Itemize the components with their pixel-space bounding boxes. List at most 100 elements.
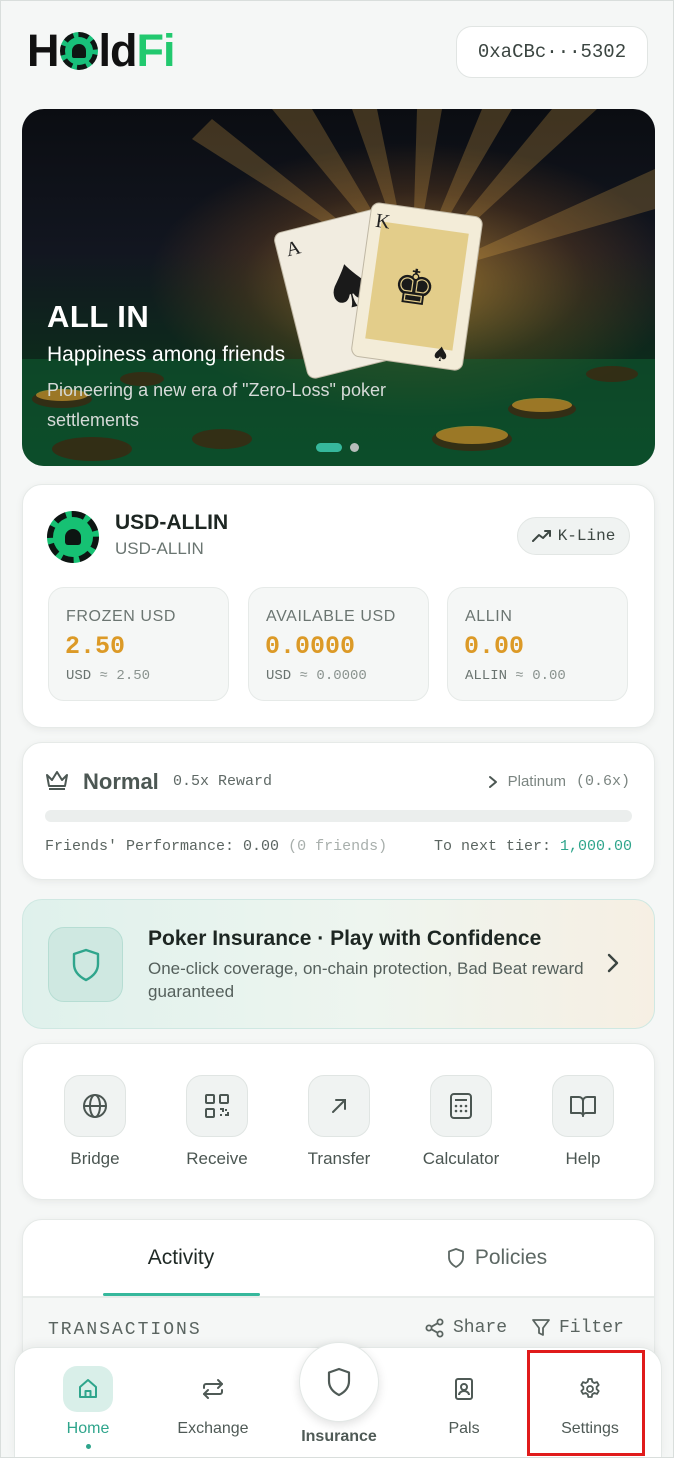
token-symbol: USD-ALLIN <box>115 539 204 558</box>
banner-title: ALL IN <box>47 299 150 334</box>
action-label: Receive <box>186 1149 248 1168</box>
bridge-action[interactable]: Bridge <box>40 1075 150 1169</box>
globe-icon <box>64 1075 126 1137</box>
token-balance-card: USD-ALLIN USD-ALLIN K-Line FROZEN USD 2.… <box>22 484 655 728</box>
poker-insurance-promo[interactable]: Poker Insurance · Play with Confidence O… <box>22 899 655 1029</box>
next-tier-name: Platinum <box>507 773 566 790</box>
available-usd-stat: AVAILABLE USD 0.0000 USD ≈ 0.0000 <box>248 587 429 701</box>
filter-button[interactable]: Filter <box>531 1318 624 1338</box>
logo-letters-fi: Fi <box>136 25 176 76</box>
tier-footer: Friends' Performance: 0.00 (0 friends) T… <box>45 838 632 855</box>
promo-title: Poker Insurance · Play with Confidence <box>148 927 542 950</box>
friends-perf-label: Friends' Performance: <box>45 838 235 855</box>
stat-foot-approx: ≈ 0.00 <box>515 668 566 684</box>
action-label: Bridge <box>70 1149 120 1168</box>
friends-perf-value: 0.00 <box>243 838 280 855</box>
wallet-address-button[interactable]: 0xaCBc···5302 <box>456 26 648 78</box>
shield-icon <box>48 927 123 1002</box>
token-name: USD-ALLIN <box>115 511 229 534</box>
to-next-label: To next tier: <box>433 838 551 855</box>
to-next-value: 1,000.00 <box>559 838 632 855</box>
nav-label: Home <box>66 1420 110 1437</box>
help-action[interactable]: Help <box>528 1075 638 1169</box>
stat-footnote: USD ≈ 2.50 <box>66 668 150 684</box>
exchange-icon <box>188 1366 238 1412</box>
stat-foot-approx: ≈ 2.50 <box>99 668 151 684</box>
stat-value: 2.50 <box>65 632 126 661</box>
k-line-label: K-Line <box>557 527 616 545</box>
share-label: Share <box>453 1318 508 1338</box>
reward-tier-card: Normal 0.5x Reward Platinum (0.6x) Frien… <box>22 742 655 880</box>
tier-progress-bar <box>45 810 632 822</box>
logo-letters-ld: ld <box>98 25 138 76</box>
share-icon <box>425 1318 444 1338</box>
nav-insurance-label[interactable]: Insurance <box>279 1428 399 1446</box>
header: H ld Fi 0xaCBc···5302 <box>1 1 673 101</box>
carousel-indicator[interactable] <box>316 443 359 452</box>
active-nav-dot <box>85 1444 91 1449</box>
holdfi-logo[interactable]: H ld Fi <box>27 25 176 76</box>
k-line-button[interactable]: K-Line <box>517 517 630 555</box>
trending-up-icon <box>531 530 551 542</box>
nav-exchange[interactable]: Exchange <box>153 1366 273 1438</box>
calculator-action[interactable]: Calculator <box>406 1075 516 1169</box>
stat-label: ALLIN <box>465 608 513 625</box>
filter-icon <box>532 1319 550 1336</box>
tier-name: Normal <box>83 769 159 794</box>
chevron-right-icon <box>607 953 619 973</box>
tab-activity[interactable]: Activity <box>23 1220 339 1296</box>
next-tier-multiplier: (0.6x) <box>575 773 630 790</box>
contact-card-icon <box>439 1366 489 1412</box>
hero-banner[interactable]: A ♠ K ♚ ♠ ALL IN Happiness among friends… <box>22 109 655 466</box>
qr-code-icon <box>186 1075 248 1137</box>
nav-home[interactable]: Home <box>28 1366 148 1449</box>
nav-pals[interactable]: Pals <box>404 1366 524 1438</box>
poker-chip-icon <box>59 32 98 70</box>
carousel-dot[interactable] <box>350 443 359 452</box>
shield-icon <box>447 1248 464 1268</box>
stat-foot-unit: USD <box>66 668 92 684</box>
banner-subtitle: Happiness among friends <box>47 343 286 366</box>
transactions-title: TRANSACTIONS <box>48 1320 202 1340</box>
stat-label: AVAILABLE USD <box>266 608 396 625</box>
nav-label: Pals <box>448 1420 480 1437</box>
chevron-right-icon <box>488 775 497 788</box>
nav-insurance-button[interactable] <box>299 1342 379 1422</box>
stat-footnote: ALLIN ≈ 0.00 <box>465 668 566 684</box>
stat-foot-approx: ≈ 0.0000 <box>299 668 367 684</box>
tab-policies-label: Policies <box>474 1246 548 1269</box>
calculator-icon <box>430 1075 492 1137</box>
stat-label: FROZEN USD <box>66 608 176 625</box>
quick-actions-card: Bridge Receive Transfer Calculator Help <box>22 1043 655 1200</box>
friends-performance: Friends' Performance: 0.00 (0 friends) <box>45 838 387 855</box>
settings-highlight-box <box>527 1350 645 1456</box>
bottom-navigation: Home Exchange Insurance Pals Settings <box>14 1342 662 1457</box>
action-label: Calculator <box>422 1149 500 1168</box>
filter-label: Filter <box>559 1318 624 1338</box>
banner-text: ALL IN Happiness among friends Pioneerin… <box>47 299 467 435</box>
home-icon <box>63 1366 113 1412</box>
stat-value: 0.00 <box>464 632 525 661</box>
stat-foot-unit: USD <box>266 668 292 684</box>
shield-icon <box>327 1367 351 1397</box>
to-next-tier: To next tier: 1,000.00 <box>434 838 632 855</box>
receive-action[interactable]: Receive <box>162 1075 272 1169</box>
next-tier-link[interactable]: Platinum (0.6x) <box>488 773 630 790</box>
carousel-dot-active[interactable] <box>316 443 342 452</box>
stat-footnote: USD ≈ 0.0000 <box>266 668 367 684</box>
stat-value: 0.0000 <box>265 632 356 661</box>
allin-stat: ALLIN 0.00 ALLIN ≈ 0.00 <box>447 587 628 701</box>
stat-foot-unit: ALLIN <box>465 668 508 684</box>
tier-reward: 0.5x Reward <box>173 773 273 790</box>
book-icon <box>552 1075 614 1137</box>
action-label: Help <box>565 1149 601 1168</box>
tab-policies[interactable]: Policies <box>339 1220 655 1296</box>
promo-description: One-click coverage, on-chain protection,… <box>148 959 584 1001</box>
nav-label: Exchange <box>177 1420 249 1437</box>
share-button[interactable]: Share <box>425 1318 507 1338</box>
logo-letter-h: H <box>27 25 59 76</box>
frozen-usd-stat: FROZEN USD 2.50 USD ≈ 2.50 <box>48 587 229 701</box>
transfer-action[interactable]: Transfer <box>284 1075 394 1169</box>
usd-allin-token-icon <box>47 511 99 563</box>
banner-description: Pioneering a new era of "Zero-Loss" poke… <box>47 380 386 430</box>
